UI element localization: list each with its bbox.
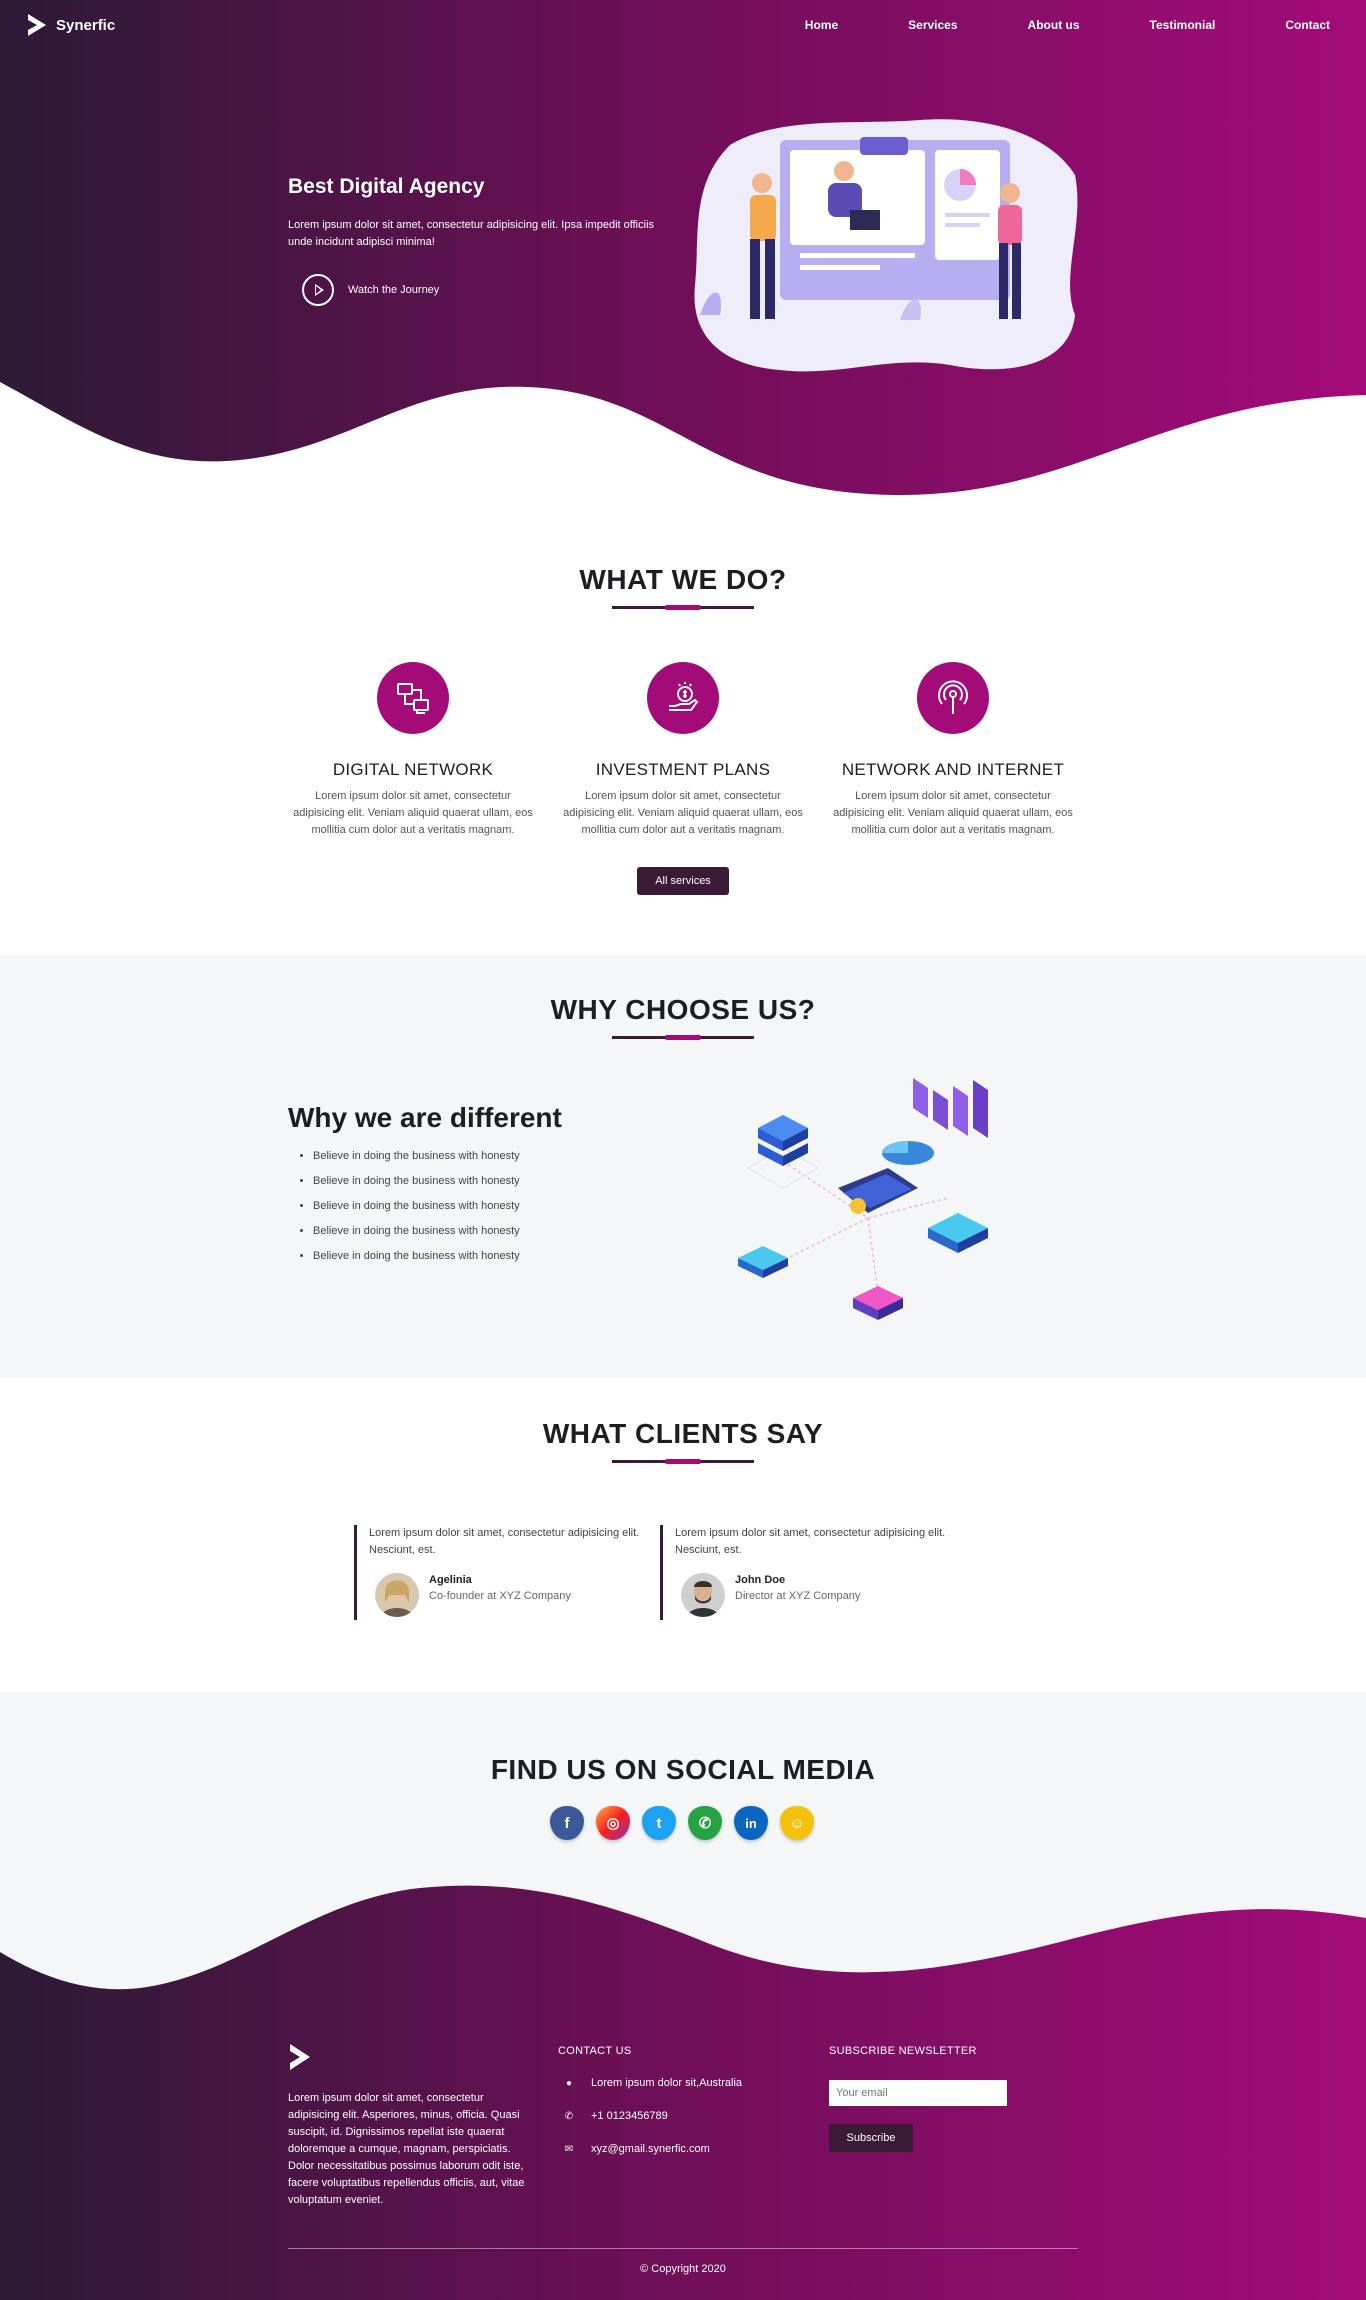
contact-address: ● Lorem ipsum dolor sit,Australia [563,2077,742,2089]
facebook-icon[interactable]: f [550,1806,584,1840]
title-underline [612,605,754,610]
nav-services[interactable]: Services [908,18,957,32]
brand-name: Synerfic [56,16,116,34]
nav-contact[interactable]: Contact [1285,18,1330,32]
hero-wave [0,382,1366,510]
newsletter-heading: SUBSCRIBE NEWSLETTER [829,2045,977,2057]
service-card-network-internet: NETWORK AND INTERNET Lorem ipsum dolor s… [828,662,1078,839]
hero-illustration [694,119,1078,372]
social-icons: f ◎ t ✆ in ☺ [550,1806,814,1840]
newsletter-email-input[interactable] [829,2080,1007,2106]
list-item: Believe in doing the business with hones… [313,1150,520,1175]
copyright: © Copyright 2020 [640,2263,726,2275]
footer-logo-icon[interactable] [288,2042,312,2072]
footer-wave [0,1880,1366,1990]
services-title: WHAT WE DO? [579,564,787,595]
testimonial-person: Agelinia Co-founder at XYZ Company [375,1573,571,1617]
nav-links: Home Services About us Testimonial Conta… [735,18,1330,32]
network-computers-icon [377,662,449,734]
service-title: NETWORK AND INTERNET [841,760,1065,779]
watch-journey-button[interactable]: Watch the Journey [302,274,439,306]
social-title: FIND US ON SOCIAL MEDIA [490,1754,876,1785]
address-text: Lorem ipsum dolor sit,Australia [591,2077,743,2089]
service-card-investment-plans: INVESTMENT PLANS Lorem ipsum dolor sit a… [558,662,808,839]
service-text: Lorem ipsum dolor sit amet, consectetur … [833,790,1073,836]
twitter-icon[interactable]: t [642,1806,676,1840]
broadcast-antenna-icon [917,662,989,734]
list-item: Believe in doing the business with hones… [313,1175,520,1200]
title-underline [612,1459,754,1464]
testimonial-text: Lorem ipsum dolor sit amet, consectetur … [369,1527,640,1556]
snapchat-icon[interactable]: ☺ [780,1806,814,1840]
why-heading: Why we are different [288,1102,562,1133]
contact-heading: CONTACT US [558,2045,632,2057]
avatar [681,1573,725,1617]
phone-icon: ✆ [564,2110,574,2122]
list-item: Believe in doing the business with hones… [313,1250,520,1275]
play-icon [302,274,334,306]
logo-arrow-icon [28,14,46,36]
nav-home[interactable]: Home [805,18,838,32]
clients-title: WHAT CLIENTS SAY [542,1418,824,1449]
testimonial-text: Lorem ipsum dolor sit amet, consectetur … [675,1527,946,1556]
service-text: Lorem ipsum dolor sit amet, consectetur … [563,790,803,836]
nav-testimonial[interactable]: Testimonial [1150,18,1216,32]
watch-journey-label: Watch the Journey [348,284,440,296]
testimonial-card: Lorem ipsum dolor sit amet, consectetur … [354,1525,654,1620]
email-text: xyz@gmail.synerfic.com [591,2143,710,2155]
nav-about[interactable]: About us [1028,18,1080,32]
service-title: DIGITAL NETWORK [332,760,494,779]
service-title: INVESTMENT PLANS [595,760,771,779]
hero-title: Best Digital Agency [288,175,485,198]
avatar [375,1573,419,1617]
footer-divider [288,2248,1078,2249]
client-role: Director at XYZ Company [735,1590,861,1602]
subscribe-button[interactable]: Subscribe [829,2124,913,2152]
contact-phone: ✆ +1 0123456789 [563,2110,668,2122]
phone-text: +1 0123456789 [591,2110,668,2122]
top-nav: Synerfic Home Services About us Testimon… [0,0,1366,52]
service-card-digital-network: DIGITAL NETWORK Lorem ipsum dolor sit am… [288,662,538,839]
contact-email: ✉ xyz@gmail.synerfic.com [563,2143,710,2155]
testimonial-person: John Doe Director at XYZ Company [681,1573,860,1617]
list-item: Believe in doing the business with hones… [313,1225,520,1250]
map-pin-icon: ● [565,2077,573,2089]
client-role: Co-founder at XYZ Company [429,1590,571,1602]
client-name: John Doe [735,1574,786,1586]
why-list: Believe in doing the business with hones… [313,1150,520,1275]
envelope-icon: ✉ [564,2143,574,2155]
title-underline [612,1035,754,1040]
brand-logo[interactable]: Synerfic [26,12,115,38]
list-item: Believe in doing the business with hones… [313,1200,520,1225]
instagram-icon[interactable]: ◎ [596,1806,630,1840]
why-title: WHY CHOOSE US? [550,994,816,1025]
service-text: Lorem ipsum dolor sit amet, consectetur … [293,790,533,836]
isometric-tech-illustration [738,1078,988,1320]
linkedin-icon[interactable]: in [734,1806,768,1840]
testimonial-card: Lorem ipsum dolor sit amet, consectetur … [660,1525,960,1620]
hero-text: Lorem ipsum dolor sit amet, consectetur … [288,219,655,248]
hand-coin-icon [647,662,719,734]
footer-about: Lorem ipsum dolor sit amet, consectetur … [288,2092,525,2206]
client-name: Agelinia [429,1574,472,1586]
whatsapp-icon[interactable]: ✆ [688,1806,722,1840]
all-services-button[interactable]: All services [637,867,729,895]
